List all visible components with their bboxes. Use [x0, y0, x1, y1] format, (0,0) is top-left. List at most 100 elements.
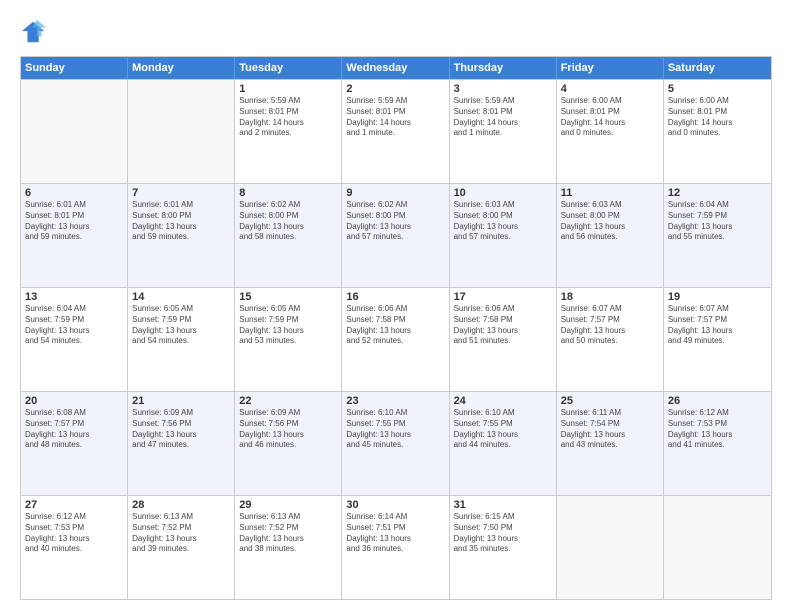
day-number: 31: [454, 499, 552, 511]
day-number: 4: [561, 83, 659, 95]
cell-info: Sunrise: 6:04 AM Sunset: 7:59 PM Dayligh…: [668, 200, 767, 243]
day-number: 23: [346, 395, 444, 407]
calendar-cell-1: 1Sunrise: 5:59 AM Sunset: 8:01 PM Daylig…: [235, 80, 342, 183]
cell-info: Sunrise: 6:04 AM Sunset: 7:59 PM Dayligh…: [25, 304, 123, 347]
calendar-row-1: 6Sunrise: 6:01 AM Sunset: 8:01 PM Daylig…: [21, 183, 771, 287]
cell-info: Sunrise: 6:05 AM Sunset: 7:59 PM Dayligh…: [239, 304, 337, 347]
calendar-cell-30: 30Sunrise: 6:14 AM Sunset: 7:51 PM Dayli…: [342, 496, 449, 599]
cell-info: Sunrise: 6:14 AM Sunset: 7:51 PM Dayligh…: [346, 512, 444, 555]
cell-info: Sunrise: 6:15 AM Sunset: 7:50 PM Dayligh…: [454, 512, 552, 555]
calendar-header: SundayMondayTuesdayWednesdayThursdayFrid…: [21, 57, 771, 79]
header-day-saturday: Saturday: [664, 57, 771, 79]
cell-info: Sunrise: 6:01 AM Sunset: 8:01 PM Dayligh…: [25, 200, 123, 243]
day-number: 21: [132, 395, 230, 407]
logo: [20, 18, 52, 46]
cell-info: Sunrise: 6:11 AM Sunset: 7:54 PM Dayligh…: [561, 408, 659, 451]
day-number: 22: [239, 395, 337, 407]
calendar-cell-23: 23Sunrise: 6:10 AM Sunset: 7:55 PM Dayli…: [342, 392, 449, 495]
day-number: 5: [668, 83, 767, 95]
calendar-cell-12: 12Sunrise: 6:04 AM Sunset: 7:59 PM Dayli…: [664, 184, 771, 287]
calendar-cell-8: 8Sunrise: 6:02 AM Sunset: 8:00 PM Daylig…: [235, 184, 342, 287]
calendar-cell-14: 14Sunrise: 6:05 AM Sunset: 7:59 PM Dayli…: [128, 288, 235, 391]
day-number: 25: [561, 395, 659, 407]
calendar-cell-9: 9Sunrise: 6:02 AM Sunset: 8:00 PM Daylig…: [342, 184, 449, 287]
calendar-cell-empty: [557, 496, 664, 599]
day-number: 10: [454, 187, 552, 199]
cell-info: Sunrise: 6:07 AM Sunset: 7:57 PM Dayligh…: [561, 304, 659, 347]
header-day-sunday: Sunday: [21, 57, 128, 79]
cell-info: Sunrise: 5:59 AM Sunset: 8:01 PM Dayligh…: [239, 96, 337, 139]
calendar-cell-7: 7Sunrise: 6:01 AM Sunset: 8:00 PM Daylig…: [128, 184, 235, 287]
day-number: 8: [239, 187, 337, 199]
cell-info: Sunrise: 6:03 AM Sunset: 8:00 PM Dayligh…: [561, 200, 659, 243]
calendar-cell-16: 16Sunrise: 6:06 AM Sunset: 7:58 PM Dayli…: [342, 288, 449, 391]
cell-info: Sunrise: 6:10 AM Sunset: 7:55 PM Dayligh…: [346, 408, 444, 451]
cell-info: Sunrise: 6:10 AM Sunset: 7:55 PM Dayligh…: [454, 408, 552, 451]
calendar-cell-21: 21Sunrise: 6:09 AM Sunset: 7:56 PM Dayli…: [128, 392, 235, 495]
cell-info: Sunrise: 5:59 AM Sunset: 8:01 PM Dayligh…: [346, 96, 444, 139]
calendar-cell-2: 2Sunrise: 5:59 AM Sunset: 8:01 PM Daylig…: [342, 80, 449, 183]
calendar-cell-28: 28Sunrise: 6:13 AM Sunset: 7:52 PM Dayli…: [128, 496, 235, 599]
header-day-monday: Monday: [128, 57, 235, 79]
header: [20, 18, 772, 46]
calendar-cell-27: 27Sunrise: 6:12 AM Sunset: 7:53 PM Dayli…: [21, 496, 128, 599]
calendar-row-0: 1Sunrise: 5:59 AM Sunset: 8:01 PM Daylig…: [21, 79, 771, 183]
cell-info: Sunrise: 6:03 AM Sunset: 8:00 PM Dayligh…: [454, 200, 552, 243]
cell-info: Sunrise: 6:06 AM Sunset: 7:58 PM Dayligh…: [346, 304, 444, 347]
page: SundayMondayTuesdayWednesdayThursdayFrid…: [0, 0, 792, 612]
calendar-cell-empty: [128, 80, 235, 183]
cell-info: Sunrise: 6:13 AM Sunset: 7:52 PM Dayligh…: [239, 512, 337, 555]
calendar-cell-empty: [664, 496, 771, 599]
calendar-cell-29: 29Sunrise: 6:13 AM Sunset: 7:52 PM Dayli…: [235, 496, 342, 599]
cell-info: Sunrise: 6:00 AM Sunset: 8:01 PM Dayligh…: [668, 96, 767, 139]
calendar-cell-11: 11Sunrise: 6:03 AM Sunset: 8:00 PM Dayli…: [557, 184, 664, 287]
cell-info: Sunrise: 6:02 AM Sunset: 8:00 PM Dayligh…: [346, 200, 444, 243]
day-number: 12: [668, 187, 767, 199]
calendar-row-3: 20Sunrise: 6:08 AM Sunset: 7:57 PM Dayli…: [21, 391, 771, 495]
calendar-cell-10: 10Sunrise: 6:03 AM Sunset: 8:00 PM Dayli…: [450, 184, 557, 287]
header-day-tuesday: Tuesday: [235, 57, 342, 79]
calendar-cell-4: 4Sunrise: 6:00 AM Sunset: 8:01 PM Daylig…: [557, 80, 664, 183]
day-number: 15: [239, 291, 337, 303]
cell-info: Sunrise: 6:09 AM Sunset: 7:56 PM Dayligh…: [239, 408, 337, 451]
header-day-wednesday: Wednesday: [342, 57, 449, 79]
day-number: 7: [132, 187, 230, 199]
day-number: 27: [25, 499, 123, 511]
day-number: 24: [454, 395, 552, 407]
calendar-row-4: 27Sunrise: 6:12 AM Sunset: 7:53 PM Dayli…: [21, 495, 771, 599]
cell-info: Sunrise: 6:00 AM Sunset: 8:01 PM Dayligh…: [561, 96, 659, 139]
day-number: 30: [346, 499, 444, 511]
calendar-cell-13: 13Sunrise: 6:04 AM Sunset: 7:59 PM Dayli…: [21, 288, 128, 391]
cell-info: Sunrise: 5:59 AM Sunset: 8:01 PM Dayligh…: [454, 96, 552, 139]
calendar-cell-26: 26Sunrise: 6:12 AM Sunset: 7:53 PM Dayli…: [664, 392, 771, 495]
calendar-row-2: 13Sunrise: 6:04 AM Sunset: 7:59 PM Dayli…: [21, 287, 771, 391]
day-number: 3: [454, 83, 552, 95]
calendar-cell-25: 25Sunrise: 6:11 AM Sunset: 7:54 PM Dayli…: [557, 392, 664, 495]
cell-info: Sunrise: 6:12 AM Sunset: 7:53 PM Dayligh…: [668, 408, 767, 451]
day-number: 18: [561, 291, 659, 303]
logo-icon: [20, 18, 48, 46]
calendar: SundayMondayTuesdayWednesdayThursdayFrid…: [20, 56, 772, 600]
calendar-cell-18: 18Sunrise: 6:07 AM Sunset: 7:57 PM Dayli…: [557, 288, 664, 391]
day-number: 13: [25, 291, 123, 303]
header-day-thursday: Thursday: [450, 57, 557, 79]
calendar-body: 1Sunrise: 5:59 AM Sunset: 8:01 PM Daylig…: [21, 79, 771, 599]
day-number: 14: [132, 291, 230, 303]
day-number: 29: [239, 499, 337, 511]
day-number: 16: [346, 291, 444, 303]
cell-info: Sunrise: 6:08 AM Sunset: 7:57 PM Dayligh…: [25, 408, 123, 451]
cell-info: Sunrise: 6:01 AM Sunset: 8:00 PM Dayligh…: [132, 200, 230, 243]
day-number: 1: [239, 83, 337, 95]
calendar-cell-22: 22Sunrise: 6:09 AM Sunset: 7:56 PM Dayli…: [235, 392, 342, 495]
calendar-cell-19: 19Sunrise: 6:07 AM Sunset: 7:57 PM Dayli…: [664, 288, 771, 391]
calendar-cell-17: 17Sunrise: 6:06 AM Sunset: 7:58 PM Dayli…: [450, 288, 557, 391]
day-number: 28: [132, 499, 230, 511]
day-number: 17: [454, 291, 552, 303]
cell-info: Sunrise: 6:05 AM Sunset: 7:59 PM Dayligh…: [132, 304, 230, 347]
calendar-cell-empty: [21, 80, 128, 183]
calendar-cell-31: 31Sunrise: 6:15 AM Sunset: 7:50 PM Dayli…: [450, 496, 557, 599]
calendar-cell-6: 6Sunrise: 6:01 AM Sunset: 8:01 PM Daylig…: [21, 184, 128, 287]
day-number: 6: [25, 187, 123, 199]
header-day-friday: Friday: [557, 57, 664, 79]
calendar-cell-5: 5Sunrise: 6:00 AM Sunset: 8:01 PM Daylig…: [664, 80, 771, 183]
